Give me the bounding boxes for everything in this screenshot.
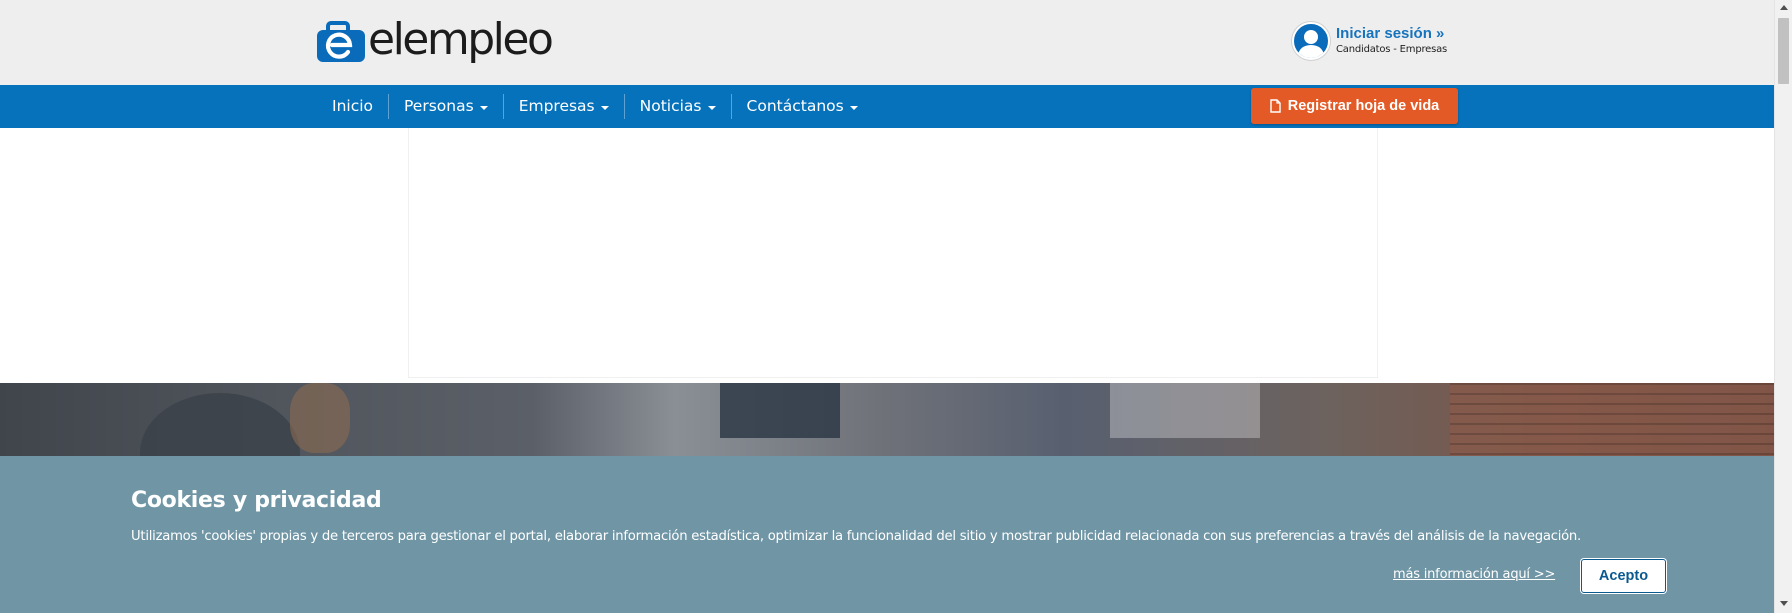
hero-brick-wall — [1450, 383, 1774, 463]
scroll-down-arrow-icon[interactable] — [1780, 601, 1788, 606]
cookie-description: Utilizamos 'cookies' propias y de tercer… — [131, 529, 1581, 544]
register-cv-label: Registrar hoja de vida — [1287, 98, 1440, 114]
nav-item-inicio[interactable]: Inicio — [318, 94, 388, 119]
nav-item-label: Personas — [404, 97, 474, 115]
caret-down-icon — [600, 105, 609, 110]
hero-monitor-shape — [1110, 383, 1260, 438]
login-subtitle: Candidatos - Empresas — [1336, 44, 1448, 55]
caret-down-icon — [707, 105, 716, 110]
double-chevron-icon: » — [1436, 25, 1445, 42]
document-icon — [1270, 99, 1281, 113]
register-cv-button[interactable]: Registrar hoja de vida — [1251, 88, 1458, 124]
nav-item-empresas[interactable]: Empresas — [504, 94, 624, 119]
login-text-group: Iniciar sesión » Candidatos - Empresas — [1336, 25, 1447, 57]
nav-item-label: Contáctanos — [746, 97, 844, 115]
scrollbar-thumb[interactable] — [1778, 18, 1789, 84]
nav-item-personas[interactable]: Personas — [389, 94, 503, 119]
hero-monitor-shape — [720, 383, 840, 438]
login-area[interactable]: Iniciar sesión » Candidatos - Empresas — [1292, 22, 1447, 60]
nav-item-noticias[interactable]: Noticias — [625, 94, 731, 119]
login-link[interactable]: Iniciar sesión » — [1336, 25, 1447, 43]
nav-menu: Inicio Personas Empresas Noticias Contác… — [318, 85, 873, 128]
nav-item-contactanos[interactable]: Contáctanos — [732, 94, 873, 119]
login-title: Iniciar sesión — [1336, 25, 1432, 42]
cookie-banner: Cookies y privacidad Utilizamos 'cookies… — [0, 456, 1774, 613]
nav-item-label: Inicio — [332, 97, 374, 115]
cookie-title: Cookies y privacidad — [131, 488, 382, 513]
vertical-scrollbar[interactable] — [1774, 0, 1792, 613]
caret-down-icon — [479, 105, 488, 110]
more-info-link[interactable]: más información aquí >> — [1393, 567, 1555, 582]
main-navbar: Inicio Personas Empresas Noticias Contác… — [0, 85, 1774, 128]
top-header: elempleo Iniciar sesión » Candidatos - E… — [0, 0, 1774, 85]
logo-wordmark: elempleo — [368, 14, 554, 65]
accept-cookies-button[interactable]: Acepto — [1581, 559, 1666, 593]
caret-down-icon — [849, 105, 858, 110]
user-avatar-icon[interactable] — [1292, 22, 1330, 60]
page: elempleo Iniciar sesión » Candidatos - E… — [0, 0, 1792, 613]
hero-person-shape — [290, 383, 350, 453]
elempleo-logo[interactable]: elempleo — [317, 14, 554, 70]
briefcase-logo-icon — [317, 21, 365, 63]
nav-item-label: Empresas — [518, 97, 595, 115]
nav-item-label: Noticias — [639, 97, 702, 115]
scroll-up-arrow-icon[interactable] — [1780, 5, 1788, 10]
ad-placeholder — [408, 128, 1378, 378]
